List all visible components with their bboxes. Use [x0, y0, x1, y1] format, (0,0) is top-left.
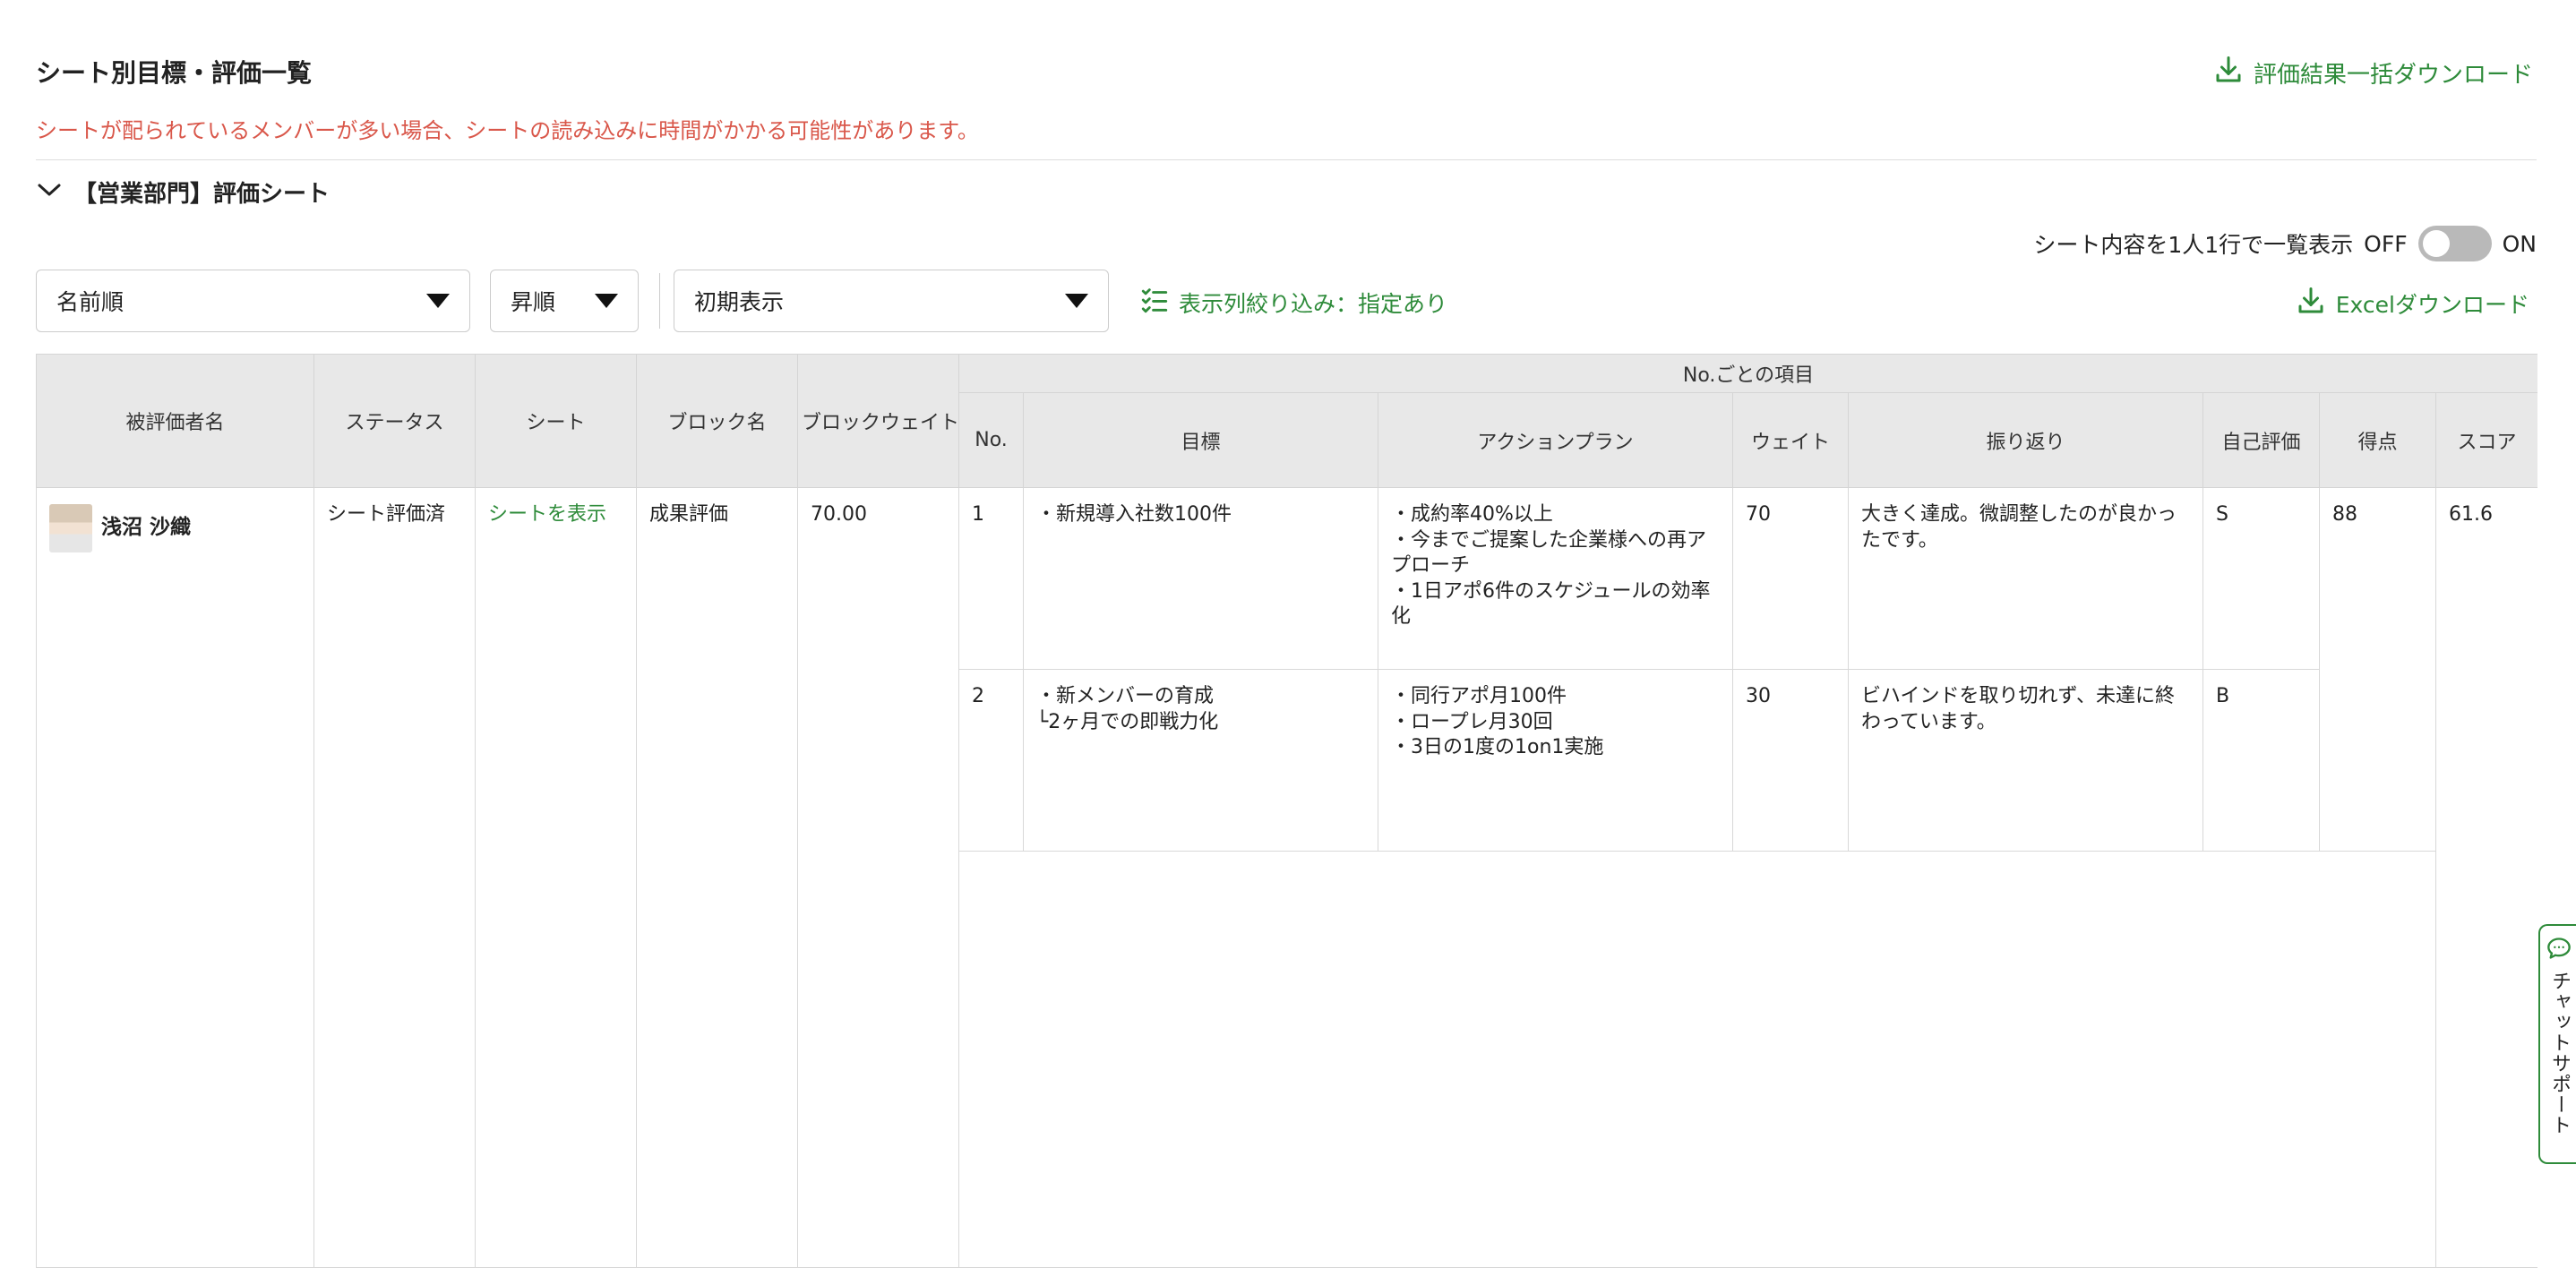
- view-sheet-link[interactable]: シートを表示: [488, 503, 606, 526]
- chat-support-button[interactable]: チャットサポート: [2538, 924, 2576, 1164]
- header-block-weight: ブロックウェイト: [797, 354, 959, 488]
- sort-by-select[interactable]: 名前順: [36, 270, 470, 332]
- table-row: 浅沼 沙織 シート評価済 シートを表示 成果評価 70.00 1 ・新規導入社数…: [36, 487, 2537, 1268]
- section-toggle[interactable]: 【営業部門】評価シート: [36, 176, 330, 209]
- chat-support-label: チャットサポート: [2548, 971, 2571, 1135]
- weight-cell: 30: [1732, 669, 1849, 852]
- excel-download-button[interactable]: Excelダウンロード: [2295, 285, 2529, 322]
- divider: [36, 159, 2537, 160]
- view-value: 初期表示: [694, 289, 785, 315]
- reflection-cell: 大きく達成。微調整したのが良かったです。: [1848, 487, 2203, 670]
- action-plan-cell: ・成約率40%以上 ・今までご提案した企業様への再アプローチ ・1日アポ6件のス…: [1378, 487, 1733, 670]
- reflection-cell: ビハインドを取り切れず、未達に終わっています。: [1848, 669, 2203, 852]
- block-name-cell: 成果評価: [636, 487, 798, 1268]
- status-cell: シート評価済: [313, 487, 476, 1268]
- toggle-label: シート内容を1人1行で一覧表示: [2033, 232, 2354, 258]
- header-no: No.: [958, 392, 1024, 488]
- bulk-download-label: 評価結果一括ダウンロード: [2253, 62, 2533, 89]
- toggle-off-label: OFF: [2364, 230, 2408, 257]
- header-score: スコア: [2434, 392, 2537, 488]
- excel-download-label: Excelダウンロード: [2335, 292, 2529, 318]
- filter-separator: [659, 273, 660, 329]
- item-no-cell: 2: [958, 669, 1024, 852]
- header-status: ステータス: [313, 354, 476, 488]
- header-self-eval: 自己評価: [2202, 392, 2320, 488]
- header-action-plan: アクションプラン: [1378, 392, 1733, 488]
- chat-bubble-icon: [2546, 937, 2572, 963]
- sort-by-value: 名前順: [56, 289, 125, 315]
- load-warning: シートが配られているメンバーが多い場合、シートの読み込みに時間がかかる可能性があ…: [36, 118, 979, 143]
- header-points: 得点: [2319, 392, 2436, 488]
- score-cell: 61.6: [2434, 487, 2537, 1268]
- empty-area: [958, 851, 2436, 1268]
- page-title: シート別目標・評価一覧: [36, 58, 313, 88]
- goal-cell: ・新規導入社数100件: [1023, 487, 1378, 670]
- bulk-download-button[interactable]: 評価結果一括ダウンロード: [2212, 54, 2533, 92]
- header-item-group: No.ごとの項目: [957, 354, 2537, 393]
- caret-down-icon: [426, 294, 450, 308]
- item-no-cell: 1: [958, 487, 1024, 670]
- caret-down-icon: [1065, 294, 1088, 308]
- weight-cell: 70: [1732, 487, 1849, 670]
- sort-order-select[interactable]: 昇順: [490, 270, 639, 332]
- avatar: [49, 504, 92, 552]
- sort-order-value: 昇順: [511, 289, 556, 315]
- self-eval-cell: B: [2202, 669, 2320, 852]
- goal-cell: ・新メンバーの育成 └2ヶ月での即戦力化: [1023, 669, 1378, 852]
- sheet-cell: シートを表示: [475, 487, 637, 1268]
- download-icon: [2212, 54, 2245, 92]
- evaluee-cell: 浅沼 沙織: [36, 487, 314, 1268]
- header-evaluee: 被評価者名: [36, 354, 314, 488]
- section-title: 【営業部門】評価シート: [73, 181, 331, 208]
- checklist-icon: [1139, 285, 1170, 321]
- evaluation-table: 被評価者名 ステータス シート ブロック名 ブロックウェイト No.ごとの項目 …: [36, 354, 2537, 1268]
- download-icon: [2295, 285, 2327, 322]
- view-select[interactable]: 初期表示: [674, 270, 1109, 332]
- header-sheet: シート: [475, 354, 637, 488]
- evaluee-name[interactable]: 浅沼 沙織: [101, 516, 191, 539]
- header-block-name: ブロック名: [636, 354, 798, 488]
- one-row-display-toggle-group: シート内容を1人1行で一覧表示 OFF ON: [2033, 226, 2537, 261]
- column-filter-button[interactable]: 表示列絞り込み：指定あり: [1139, 285, 1447, 321]
- header-reflection: 振り返り: [1848, 392, 2203, 488]
- self-eval-cell: S: [2202, 487, 2320, 670]
- action-plan-cell: ・同行アポ月100件 ・ロープレ月30回 ・3日の1度の1on1実施: [1378, 669, 1733, 852]
- chevron-down-icon: [36, 179, 63, 206]
- header-weight: ウェイト: [1732, 392, 1849, 488]
- toggle-on-label: ON: [2502, 230, 2537, 257]
- block-weight-cell: 70.00: [797, 487, 959, 1268]
- evaluation-table-container[interactable]: 被評価者名 ステータス シート ブロック名 ブロックウェイト No.ごとの項目 …: [36, 354, 2537, 1276]
- points-cell: 88: [2319, 487, 2436, 852]
- header-goal: 目標: [1023, 392, 1378, 488]
- one-row-display-switch[interactable]: [2417, 226, 2492, 261]
- column-filter-label: 表示列絞り込み：指定あり: [1179, 291, 1448, 317]
- caret-down-icon: [595, 294, 618, 308]
